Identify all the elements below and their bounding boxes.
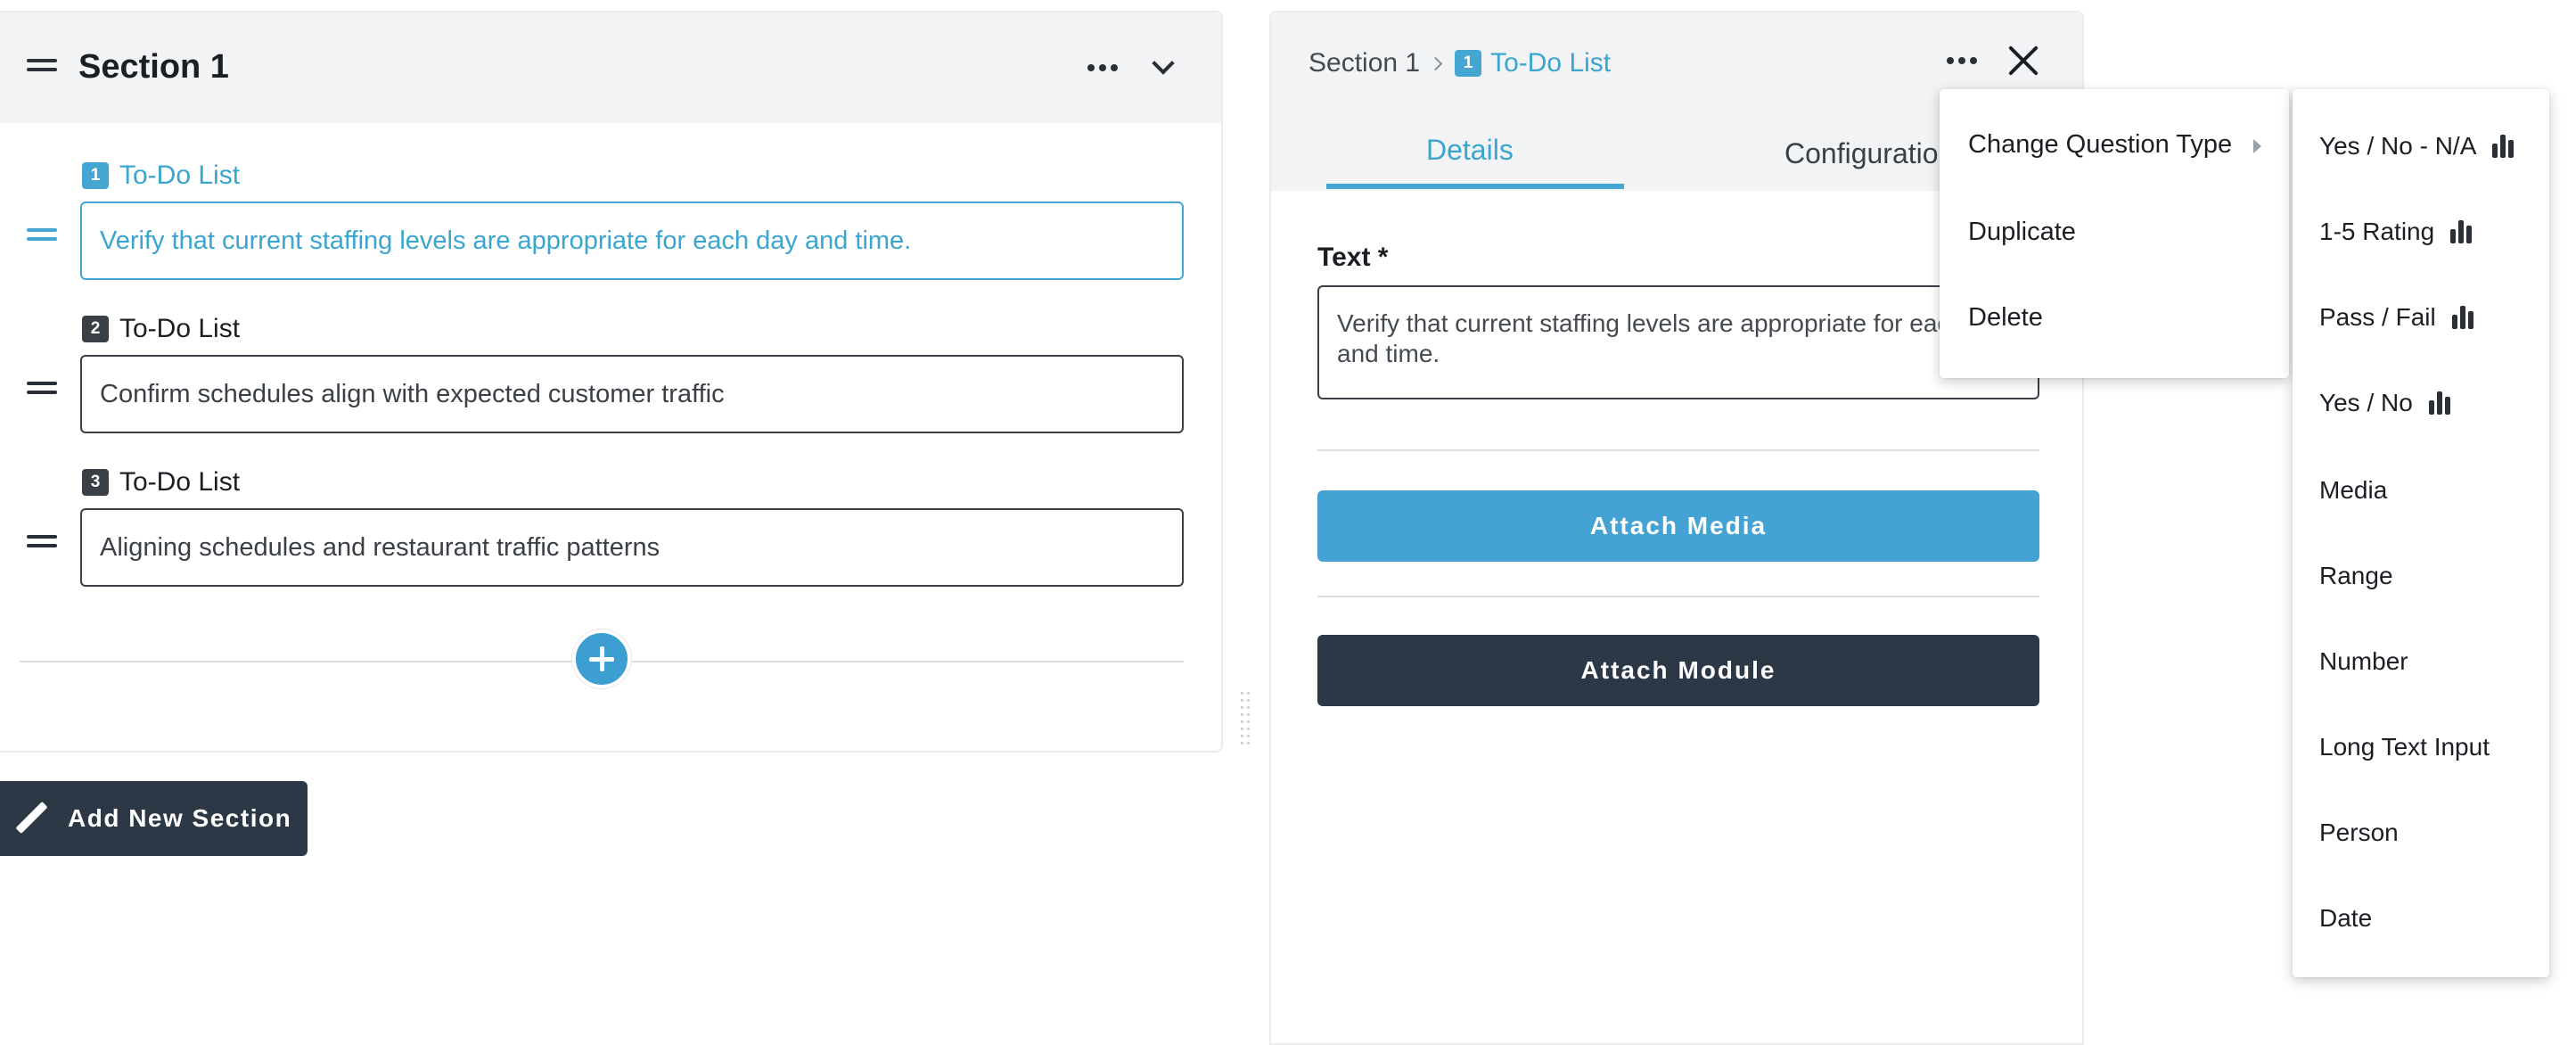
question-2-type-label: To-Do List (119, 314, 241, 343)
menu-item-change-question-type[interactable]: Change Question Type (1968, 130, 2232, 160)
section-more-options-icon[interactable] (1087, 64, 1118, 71)
divider (1317, 449, 2039, 451)
add-question-plus-icon[interactable] (572, 629, 631, 688)
close-icon[interactable] (2007, 45, 2039, 77)
type-option-range[interactable]: Range (2319, 562, 2393, 590)
section-drag-handle-icon[interactable] (27, 59, 57, 71)
question-type-submenu: Yes / No - N/A 1-5 Rating Pass / Fail Ye… (2293, 89, 2549, 977)
question-1-input[interactable]: Verify that current staffing levels are … (80, 202, 1184, 280)
type-option-number[interactable]: Number (2319, 647, 2408, 676)
detail-more-options-icon[interactable] (1947, 57, 1977, 64)
question-2-input[interactable]: Confirm schedules align with expected cu… (80, 355, 1184, 433)
tab-configuration[interactable]: Configuratio (1784, 137, 1939, 170)
question-1-drag-handle-icon[interactable] (27, 228, 57, 241)
bar-chart-icon (2450, 220, 2473, 243)
attach-media-button[interactable]: Attach Media (1317, 490, 2039, 562)
menu-item-delete[interactable]: Delete (1968, 303, 2043, 333)
menu-item-duplicate[interactable]: Duplicate (1968, 218, 2076, 247)
bar-chart-icon (2492, 135, 2514, 158)
question-1-number-badge: 1 (82, 162, 109, 189)
type-option-label: Yes / No (2319, 389, 2413, 416)
question-3-type-label: To-Do List (119, 467, 241, 497)
text-field-label: Text * (1317, 243, 1389, 272)
question-3-drag-handle-icon[interactable] (27, 535, 57, 547)
type-option-long-text-input[interactable]: Long Text Input (2319, 733, 2490, 761)
question-1-label: 1 To-Do List (82, 160, 240, 191)
add-new-section-label: Add New Section (68, 804, 292, 832)
bar-chart-icon (2451, 306, 2473, 329)
type-option-pass-fail[interactable]: Pass / Fail (2319, 303, 2473, 332)
breadcrumb: Section 1 1 To-Do List (1309, 48, 1611, 78)
active-tab-indicator (1326, 184, 1624, 189)
bar-chart-icon (2428, 391, 2450, 415)
type-option-1-5-rating[interactable]: 1-5 Rating (2319, 218, 2473, 246)
add-new-section-button[interactable]: Add New Section (0, 781, 308, 856)
question-2-drag-handle-icon[interactable] (27, 382, 57, 394)
type-option-yes-no-na[interactable]: Yes / No - N/A (2319, 132, 2514, 160)
question-2-label: 2 To-Do List (82, 314, 240, 344)
question-3-input[interactable]: Aligning schedules and restaurant traffi… (80, 508, 1184, 587)
question-context-menu: Change Question Type Duplicate Delete (1940, 89, 2289, 378)
type-option-label: Yes / No - N/A (2319, 132, 2477, 160)
question-3-number-badge: 3 (82, 469, 109, 496)
type-option-label: 1-5 Rating (2319, 218, 2435, 245)
section-collapse-chevron-icon[interactable] (1152, 52, 1175, 75)
divider (1317, 596, 2039, 597)
attach-module-button[interactable]: Attach Module (1317, 635, 2039, 706)
breadcrumb-chevron-icon (1428, 56, 1443, 70)
type-option-yes-no[interactable]: Yes / No (2319, 389, 2450, 417)
question-text-textarea[interactable]: Verify that current staffing levels are … (1317, 285, 2039, 399)
type-option-label: Pass / Fail (2319, 303, 2436, 331)
section-title: Section 1 (78, 48, 229, 86)
type-option-media[interactable]: Media (2319, 476, 2387, 505)
breadcrumb-section[interactable]: Section 1 (1309, 48, 1420, 78)
type-option-date[interactable]: Date (2319, 904, 2372, 933)
question-3-label: 3 To-Do List (82, 467, 240, 498)
type-option-person[interactable]: Person (2319, 819, 2399, 847)
submenu-caret-right-icon (2253, 139, 2261, 153)
question-1-type-label: To-Do List (119, 160, 241, 190)
question-2-number-badge: 2 (82, 316, 109, 342)
pencil-icon (12, 801, 48, 836)
breadcrumb-current: To-Do List (1490, 48, 1612, 78)
section-header: Section 1 (0, 12, 1221, 123)
tab-details[interactable]: Details (1426, 134, 1514, 167)
panel-resize-handle-icon[interactable] (1241, 692, 1251, 747)
breadcrumb-number-badge: 1 (1455, 50, 1482, 77)
section-card: Section 1 1 To-Do List Verify that curre… (0, 11, 1223, 753)
